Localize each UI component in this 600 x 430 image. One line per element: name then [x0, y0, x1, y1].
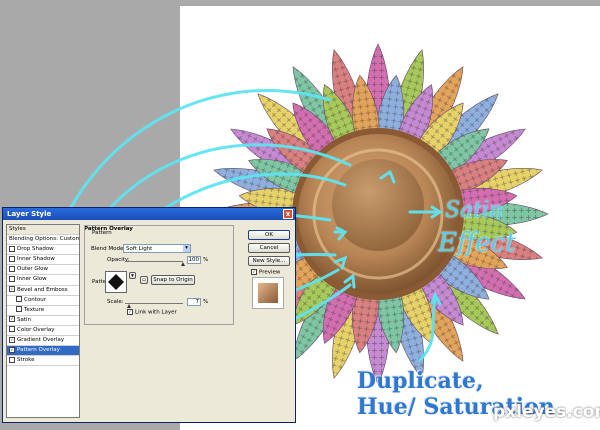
style-preview-thumbnail [252, 277, 284, 309]
scale-slider-handle[interactable] [126, 304, 131, 308]
close-button[interactable]: x [283, 209, 293, 219]
opacity-slider[interactable] [125, 261, 183, 262]
styles-list: Styles Blending Options: Custom Drop Shad… [6, 224, 80, 418]
pattern-preview-icon [108, 274, 124, 290]
group-title: Pattern [91, 230, 113, 236]
opacity-value: 100 [188, 257, 200, 263]
pattern-menu-button[interactable]: ▾ [129, 272, 136, 279]
caption-duplicate: Duplicate, [357, 368, 484, 394]
new-preset-button[interactable]: ▫ [140, 276, 148, 284]
preview-toggle[interactable]: Preview [251, 269, 280, 276]
style-checkbox[interactable] [9, 265, 15, 272]
annotation-effect: Effect [438, 228, 516, 258]
blend-mode-select[interactable]: Soft Light ▾ [123, 244, 191, 253]
opacity-unit: % [203, 257, 209, 263]
style-item-inner-glow[interactable]: Inner Glow [7, 275, 79, 286]
style-item-label: Pattern Overlay [17, 347, 60, 354]
close-icon: x [285, 210, 291, 218]
new-document-icon: ▫ [142, 277, 146, 283]
style-item-inner-shadow[interactable]: Inner Shadow [7, 255, 79, 266]
style-item-blending-options-custom[interactable]: Blending Options: Custom [7, 235, 79, 246]
annotation-satin: Satin [445, 198, 504, 223]
style-item-label: Inner Glow [17, 276, 47, 283]
style-checkbox[interactable] [9, 326, 15, 333]
style-item-label: Texture [24, 306, 45, 313]
style-item-label: Gradient Overlay [17, 337, 65, 344]
scale-value: 7 [195, 299, 200, 305]
style-item-label: Contour [24, 296, 46, 303]
style-item-color-overlay[interactable]: Color Overlay [7, 326, 79, 337]
style-item-bevel-and-emboss[interactable]: Bevel and Emboss [7, 286, 79, 296]
scale-label: Scale: [107, 299, 124, 305]
style-item-pattern-overlay[interactable]: Pattern Overlay [7, 346, 79, 357]
opacity-slider-handle[interactable] [180, 262, 185, 266]
snap-to-origin-button[interactable]: Snap to Origin [151, 275, 195, 285]
link-with-layer-label: Link with Layer [135, 309, 177, 316]
style-item-label: Blending Options: Custom [9, 236, 79, 243]
style-item-drop-shadow[interactable]: Drop Shadow [7, 245, 79, 256]
flower-inner-disc [332, 159, 424, 251]
dialog-title: Layer Style [7, 210, 52, 218]
scale-slider[interactable] [125, 303, 183, 304]
layer-style-dialog: Layer Style x Styles Blending Options: C… [2, 207, 296, 423]
style-item-outer-glow[interactable]: Outer Glow [7, 265, 79, 276]
chevron-down-icon: ▾ [131, 273, 134, 279]
style-item-label: Outer Glow [17, 266, 49, 273]
watermark: pxleyes.com [493, 402, 600, 422]
link-with-layer[interactable]: Link with Layer [127, 309, 177, 316]
scale-unit: % [203, 299, 209, 305]
style-checkbox[interactable] [9, 286, 15, 293]
blend-mode-value: Soft Light [126, 246, 153, 252]
style-checkbox[interactable] [9, 255, 15, 262]
style-item-label: Satin [17, 316, 32, 323]
preview-checkbox[interactable] [251, 269, 257, 275]
style-item-label: Stroke [17, 357, 35, 364]
style-item-label: Bevel and Emboss [17, 286, 68, 293]
style-checkbox[interactable] [16, 296, 22, 303]
opacity-input[interactable]: 100 [187, 256, 201, 264]
style-item-label: Drop Shadow [17, 246, 54, 253]
dialog-titlebar[interactable]: Layer Style x [3, 208, 295, 220]
style-checkbox[interactable] [9, 245, 15, 252]
style-item-stroke[interactable]: Stroke [7, 356, 79, 367]
new-style-button[interactable]: New Style... [248, 256, 290, 266]
opacity-label: Opacity: [107, 257, 130, 263]
style-item-texture[interactable]: Texture [7, 306, 79, 316]
style-checkbox[interactable] [9, 275, 15, 282]
scale-input[interactable]: 7 [187, 298, 201, 306]
preview-swatch [258, 283, 278, 303]
blend-mode-label: Blend Mode: [91, 246, 126, 252]
style-checkbox[interactable] [9, 346, 15, 353]
ok-button[interactable]: OK [248, 230, 290, 240]
styles-header[interactable]: Styles [7, 225, 79, 236]
pattern-picker[interactable] [105, 271, 127, 293]
link-with-layer-checkbox[interactable] [127, 309, 133, 315]
style-checkbox[interactable] [9, 316, 15, 323]
cancel-button[interactable]: Cancel [248, 243, 290, 253]
chevron-down-icon: ▾ [183, 245, 190, 252]
style-item-label: Inner Shadow [17, 256, 55, 263]
style-item-satin[interactable]: Satin [7, 316, 79, 326]
style-item-label: Color Overlay [17, 326, 55, 333]
style-checkbox[interactable] [9, 336, 15, 343]
preview-label: Preview [259, 269, 281, 276]
style-checkbox[interactable] [9, 356, 15, 363]
style-item-gradient-overlay[interactable]: Gradient Overlay [7, 336, 79, 347]
style-item-contour[interactable]: Contour [7, 296, 79, 306]
style-checkbox[interactable] [16, 306, 22, 313]
